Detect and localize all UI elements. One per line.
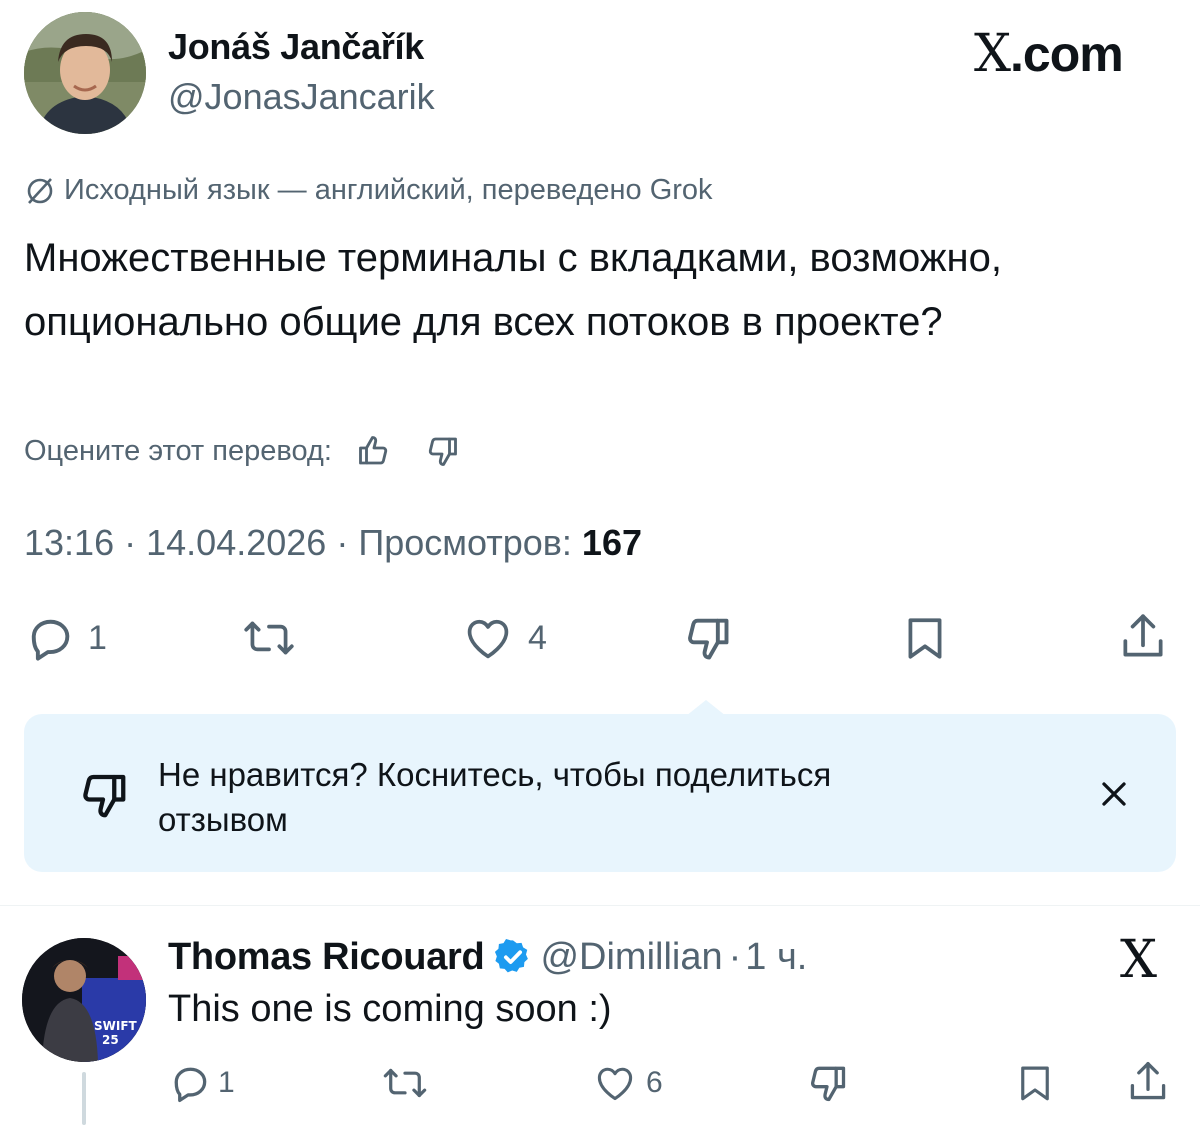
brand-logo: X.com [974, 24, 1124, 84]
author-name[interactable]: Jonáš Jančařík [168, 26, 424, 68]
reply-icon [168, 1061, 212, 1105]
repost-icon [380, 1061, 430, 1105]
reply-dislike-button[interactable] [804, 1060, 850, 1106]
share-button[interactable] [1118, 610, 1168, 664]
repost-button[interactable] [240, 612, 298, 664]
translation-notice[interactable]: Исходный язык — английский, переведено G… [24, 170, 713, 210]
verified-badge-icon[interactable] [494, 938, 532, 976]
heart-icon [592, 1061, 638, 1105]
svg-text:25: 25 [102, 1033, 119, 1047]
reply-author-handle[interactable]: @Dimillian [540, 936, 722, 979]
views-label: Просмотров: [358, 522, 572, 563]
rate-translation: Оцените этот перевод: [24, 428, 462, 474]
reply-repost-button[interactable] [380, 1060, 430, 1106]
reply-bookmark-button[interactable] [1014, 1060, 1056, 1106]
reply-header: Thomas Ricouard @Dimillian · 1 ч. [168, 934, 807, 980]
bookmark-icon [900, 612, 950, 664]
reply-like-count: 6 [646, 1066, 663, 1099]
reply-reply-button[interactable]: 1 [168, 1060, 235, 1106]
reply-text: This one is coming soon :) [168, 988, 612, 1030]
tweet-meta: 13:16 · 14.04.2026 · Просмотров: 167 [24, 522, 642, 564]
thumbs-up-icon[interactable] [354, 431, 394, 471]
thumbs-down-icon [74, 768, 132, 822]
brand-domain: .com [1010, 26, 1124, 82]
bookmark-icon [1014, 1061, 1056, 1105]
like-count: 4 [528, 618, 547, 657]
tweet-text: Множественные терминалы с вкладками, воз… [24, 236, 1002, 344]
reply-share-button[interactable] [1126, 1058, 1170, 1106]
thread-line [82, 1072, 86, 1125]
reply-time[interactable]: 1 ч. [745, 936, 807, 979]
close-icon[interactable] [1094, 774, 1134, 814]
reply-icon [24, 612, 76, 664]
repost-icon [240, 612, 298, 664]
author-handle[interactable]: @JonasJancarik [168, 76, 435, 118]
divider [0, 905, 1200, 906]
dislike-button[interactable] [680, 612, 734, 664]
reply-count: 1 [88, 618, 107, 657]
x-logo-glyph: X [974, 24, 1011, 84]
svg-text:SWIFT: SWIFT [94, 1019, 138, 1033]
reply-button[interactable]: 1 [24, 612, 107, 664]
meta-separator: · [124, 522, 137, 563]
author-avatar[interactable] [24, 12, 146, 134]
bookmark-button[interactable] [900, 612, 950, 664]
thumbs-down-icon[interactable] [422, 431, 462, 471]
share-icon [1118, 610, 1168, 664]
views-count: 167 [581, 522, 642, 563]
meta-separator: · [728, 935, 742, 978]
tweet-date[interactable]: 14.04.2026 [146, 522, 326, 563]
reply-author-name[interactable]: Thomas Ricouard [168, 936, 485, 979]
slash-circle-icon [24, 174, 56, 206]
thumbs-down-icon [680, 612, 734, 664]
like-button[interactable]: 4 [460, 612, 547, 664]
translation-notice-text: Исходный язык — английский, переведено G… [64, 173, 713, 206]
tweet-time[interactable]: 13:16 [24, 522, 114, 563]
heart-icon [460, 612, 516, 664]
feedback-callout-text[interactable]: Не нравится? Коснитесь, чтобы поделиться… [158, 752, 858, 842]
reply-avatar[interactable]: SWIFT 25 [22, 938, 146, 1062]
thumbs-down-icon [804, 1061, 850, 1105]
reply-like-button[interactable]: 6 [592, 1060, 663, 1106]
rate-translation-label: Оцените этот перевод: [24, 434, 332, 467]
meta-separator: · [336, 522, 349, 563]
share-icon [1126, 1058, 1170, 1106]
x-logo-icon[interactable]: X [1120, 934, 1157, 986]
reply-reply-count: 1 [218, 1066, 235, 1099]
